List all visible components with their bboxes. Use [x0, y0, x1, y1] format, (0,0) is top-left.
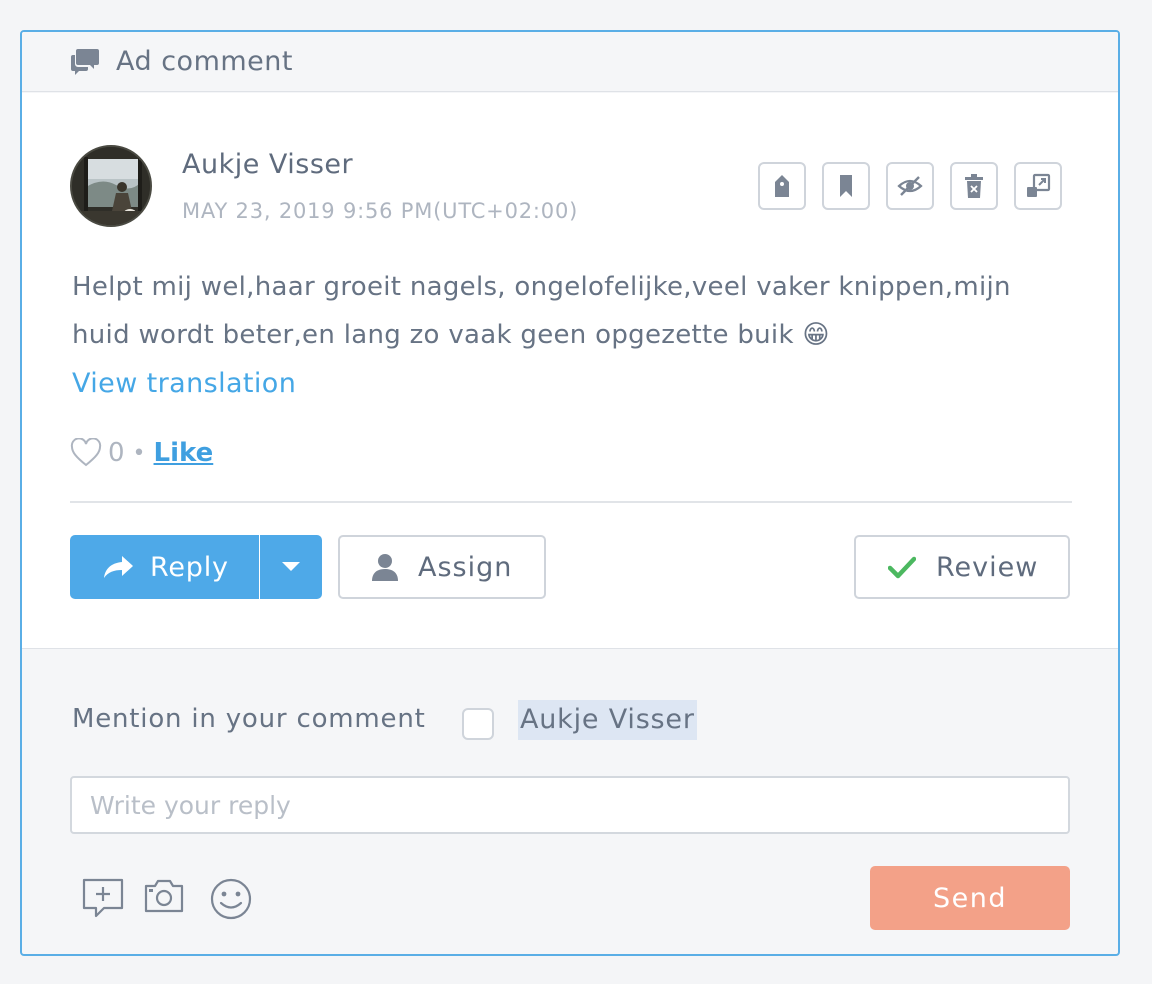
card-title: Ad comment [116, 46, 293, 77]
like-separator: • [132, 440, 146, 466]
tag-icon [775, 175, 789, 197]
user-icon [372, 554, 398, 581]
add-comment-icon [82, 878, 124, 918]
camera-icon [144, 879, 184, 913]
open-external-icon [1027, 173, 1051, 197]
checkmark-icon [888, 556, 916, 579]
mention-checkbox[interactable] [462, 708, 494, 740]
comments-icon [70, 46, 100, 76]
hide-button[interactable] [886, 162, 934, 210]
add-note-button[interactable] [82, 878, 124, 918]
view-translation-link[interactable]: View translation [72, 368, 296, 399]
card-header: Ad comment [22, 32, 1118, 92]
assign-button[interactable]: Assign [338, 535, 546, 599]
review-button[interactable]: Review [854, 535, 1070, 599]
smiley-icon [210, 878, 252, 920]
reply-input[interactable] [70, 776, 1070, 834]
reply-arrow-icon [104, 556, 133, 578]
tag-button[interactable] [758, 162, 806, 210]
reply-button-label: Reply [150, 551, 229, 583]
comment-text: Helpt mij wel,haar groeit nagels, ongelo… [72, 272, 1011, 350]
like-count: 0 [108, 438, 125, 468]
bookmark-button[interactable] [822, 162, 870, 210]
reply-button[interactable]: Reply [70, 535, 259, 599]
divider [70, 501, 1072, 503]
heart-icon [70, 438, 102, 467]
send-button[interactable]: Send [870, 866, 1070, 930]
reply-dropdown-toggle[interactable] [260, 535, 322, 599]
ad-comment-card: Ad comment Aukje Visser MAY 23, 2019 9:5… [20, 30, 1120, 956]
chevron-down-icon [282, 562, 300, 571]
likes-row: 0 • Like [70, 433, 213, 473]
avatar[interactable] [70, 145, 152, 227]
mention-name[interactable]: Aukje Visser [518, 700, 697, 740]
open-external-button[interactable] [1014, 162, 1062, 210]
hide-icon [897, 176, 923, 196]
reply-button-group: Reply [70, 535, 322, 599]
emoji-button[interactable] [210, 878, 252, 920]
comment-body: Aukje Visser MAY 23, 2019 9:56 PM(UTC+02… [22, 93, 1118, 649]
delete-icon [965, 174, 983, 198]
like-link[interactable]: Like [154, 438, 214, 468]
assign-button-label: Assign [418, 551, 513, 583]
author-name[interactable]: Aukje Visser [182, 149, 353, 180]
attach-photo-button[interactable] [144, 878, 184, 914]
mention-label: Mention in your comment [72, 704, 426, 734]
review-button-label: Review [936, 551, 1039, 583]
bookmark-icon [840, 175, 852, 197]
delete-button[interactable] [950, 162, 998, 210]
comment-date: MAY 23, 2019 9:56 PM(UTC+02:00) [182, 199, 579, 223]
